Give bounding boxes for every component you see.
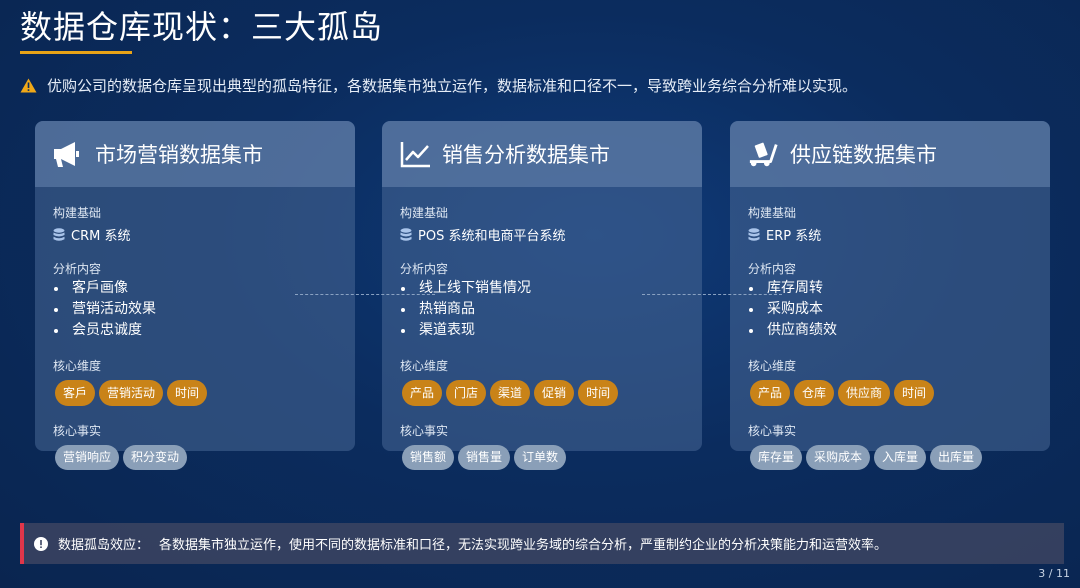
info-icon (34, 536, 48, 551)
card-title: 销售分析数据集市 (442, 143, 610, 167)
base-value: CRM 系统 (71, 229, 131, 244)
dimension-tag: 供应商 (838, 380, 891, 406)
card-header: 销售分析数据集市 (382, 121, 702, 187)
analysis-list: 库存周转 采购成本 供应商绩效 (748, 278, 837, 341)
dimensions-label: 核心维度 (53, 359, 102, 373)
analysis-list: 客戶画像 营销活动效果 会员忠诚度 (53, 278, 156, 341)
card-sales: 销售分析数据集市 构建基础 POS 系统和电商平台系统 分析内容 线上线下销售情… (382, 121, 702, 470)
dimension-tags: 产品 门店 渠道 促销 时间 (402, 380, 619, 406)
fact-tag: 入库量 (874, 445, 927, 470)
fact-tag: 库存量 (750, 445, 803, 470)
dimension-tag: 促销 (534, 380, 575, 406)
database-icon (400, 227, 412, 241)
list-item: 客戶画像 (53, 278, 156, 299)
dimension-tags: 产品 仓库 供应商 时间 (750, 380, 935, 406)
dimension-tag: 仓库 (794, 380, 835, 406)
list-item: 热销商品 (400, 299, 531, 320)
dimension-tag: 产品 (402, 380, 443, 406)
fact-tags: 营销响应 积分变动 (55, 445, 188, 470)
card-title: 市场营销数据集市 (95, 143, 263, 167)
dimension-tag: 营销活动 (99, 380, 164, 406)
list-item: 供应商绩效 (748, 320, 837, 341)
dimension-tag: 渠道 (490, 380, 531, 406)
alert-label: 数据孤岛效应： (58, 538, 150, 553)
facts-label: 核心事实 (53, 424, 102, 438)
dimension-tag: 时间 (578, 380, 619, 406)
dimension-tags: 客戶 营销活动 时间 (55, 380, 208, 406)
hand-truck-icon (748, 139, 780, 169)
fact-tags: 库存量 采购成本 入库量 出库量 (750, 445, 983, 470)
database-icon (53, 227, 65, 241)
database-icon (748, 227, 760, 241)
base-label: 构建基础 (53, 206, 102, 220)
analysis-label: 分析内容 (400, 262, 449, 276)
card-supply-chain: 供应链数据集市 构建基础 ERP 系统 分析内容 库存周转 采购成本 供应商绩效… (730, 121, 1050, 470)
dimension-tag: 客戶 (55, 380, 96, 406)
fact-tag: 采购成本 (806, 445, 871, 470)
base-value: ERP 系统 (766, 229, 822, 244)
dimension-tag: 时间 (167, 380, 208, 406)
connector-line (295, 294, 435, 295)
list-item: 营销活动效果 (53, 299, 156, 320)
fact-tag: 营销响应 (55, 445, 120, 470)
megaphone-icon (53, 139, 85, 169)
intro-text: 优购公司的数据仓库呈现出典型的孤岛特征，各数据集市独立运作，数据标准和口径不一，… (47, 77, 858, 95)
base-value: POS 系统和电商平台系统 (418, 229, 566, 244)
analysis-label: 分析内容 (53, 262, 102, 276)
warning-icon (20, 78, 37, 93)
analysis-list: 线上线下销售情况 热销商品 渠道表现 (400, 278, 531, 341)
fact-tags: 销售额 销售量 订单数 (402, 445, 567, 470)
fact-tag: 销售额 (402, 445, 455, 470)
list-item: 库存周转 (748, 278, 837, 299)
list-item: 会员忠诚度 (53, 320, 156, 341)
page-title: 数据仓库现状：三大孤岛 (20, 8, 384, 46)
fact-tag: 出库量 (930, 445, 983, 470)
card-title: 供应链数据集市 (790, 143, 937, 167)
dimensions-label: 核心维度 (400, 359, 449, 373)
intro-line: 优购公司的数据仓库呈现出典型的孤岛特征，各数据集市独立运作，数据标准和口径不一，… (20, 75, 857, 96)
line-chart-icon (400, 139, 432, 169)
alert-banner: 数据孤岛效应： 各数据集市独立运作，使用不同的数据标准和口径，无法实现跨业务域的… (20, 523, 1064, 564)
base-row: ERP 系统 (748, 225, 821, 244)
title-underline (20, 51, 132, 54)
fact-tag: 订单数 (514, 445, 567, 470)
fact-tag: 积分变动 (123, 445, 188, 470)
base-label: 构建基础 (400, 206, 449, 220)
dimension-tag: 时间 (894, 380, 935, 406)
facts-label: 核心事实 (400, 424, 449, 438)
card-marketing: 市场营销数据集市 构建基础 CRM 系统 分析内容 客戶画像 营销活动效果 会员… (35, 121, 355, 470)
list-item: 渠道表现 (400, 320, 531, 341)
page-number: 3 / 11 (1038, 567, 1070, 580)
card-header: 供应链数据集市 (730, 121, 1050, 187)
base-row: POS 系统和电商平台系统 (400, 225, 565, 244)
analysis-label: 分析内容 (748, 262, 797, 276)
connector-line (642, 294, 782, 295)
fact-tag: 销售量 (458, 445, 511, 470)
base-row: CRM 系统 (53, 225, 130, 244)
base-label: 构建基础 (748, 206, 797, 220)
card-header: 市场营销数据集市 (35, 121, 355, 187)
dimensions-label: 核心维度 (748, 359, 797, 373)
alert-text: 各数据集市独立运作，使用不同的数据标准和口径，无法实现跨业务域的综合分析，严重制… (159, 538, 888, 553)
list-item: 线上线下销售情况 (400, 278, 531, 299)
facts-label: 核心事实 (748, 424, 797, 438)
dimension-tag: 门店 (446, 380, 487, 406)
dimension-tag: 产品 (750, 380, 791, 406)
list-item: 采购成本 (748, 299, 837, 320)
